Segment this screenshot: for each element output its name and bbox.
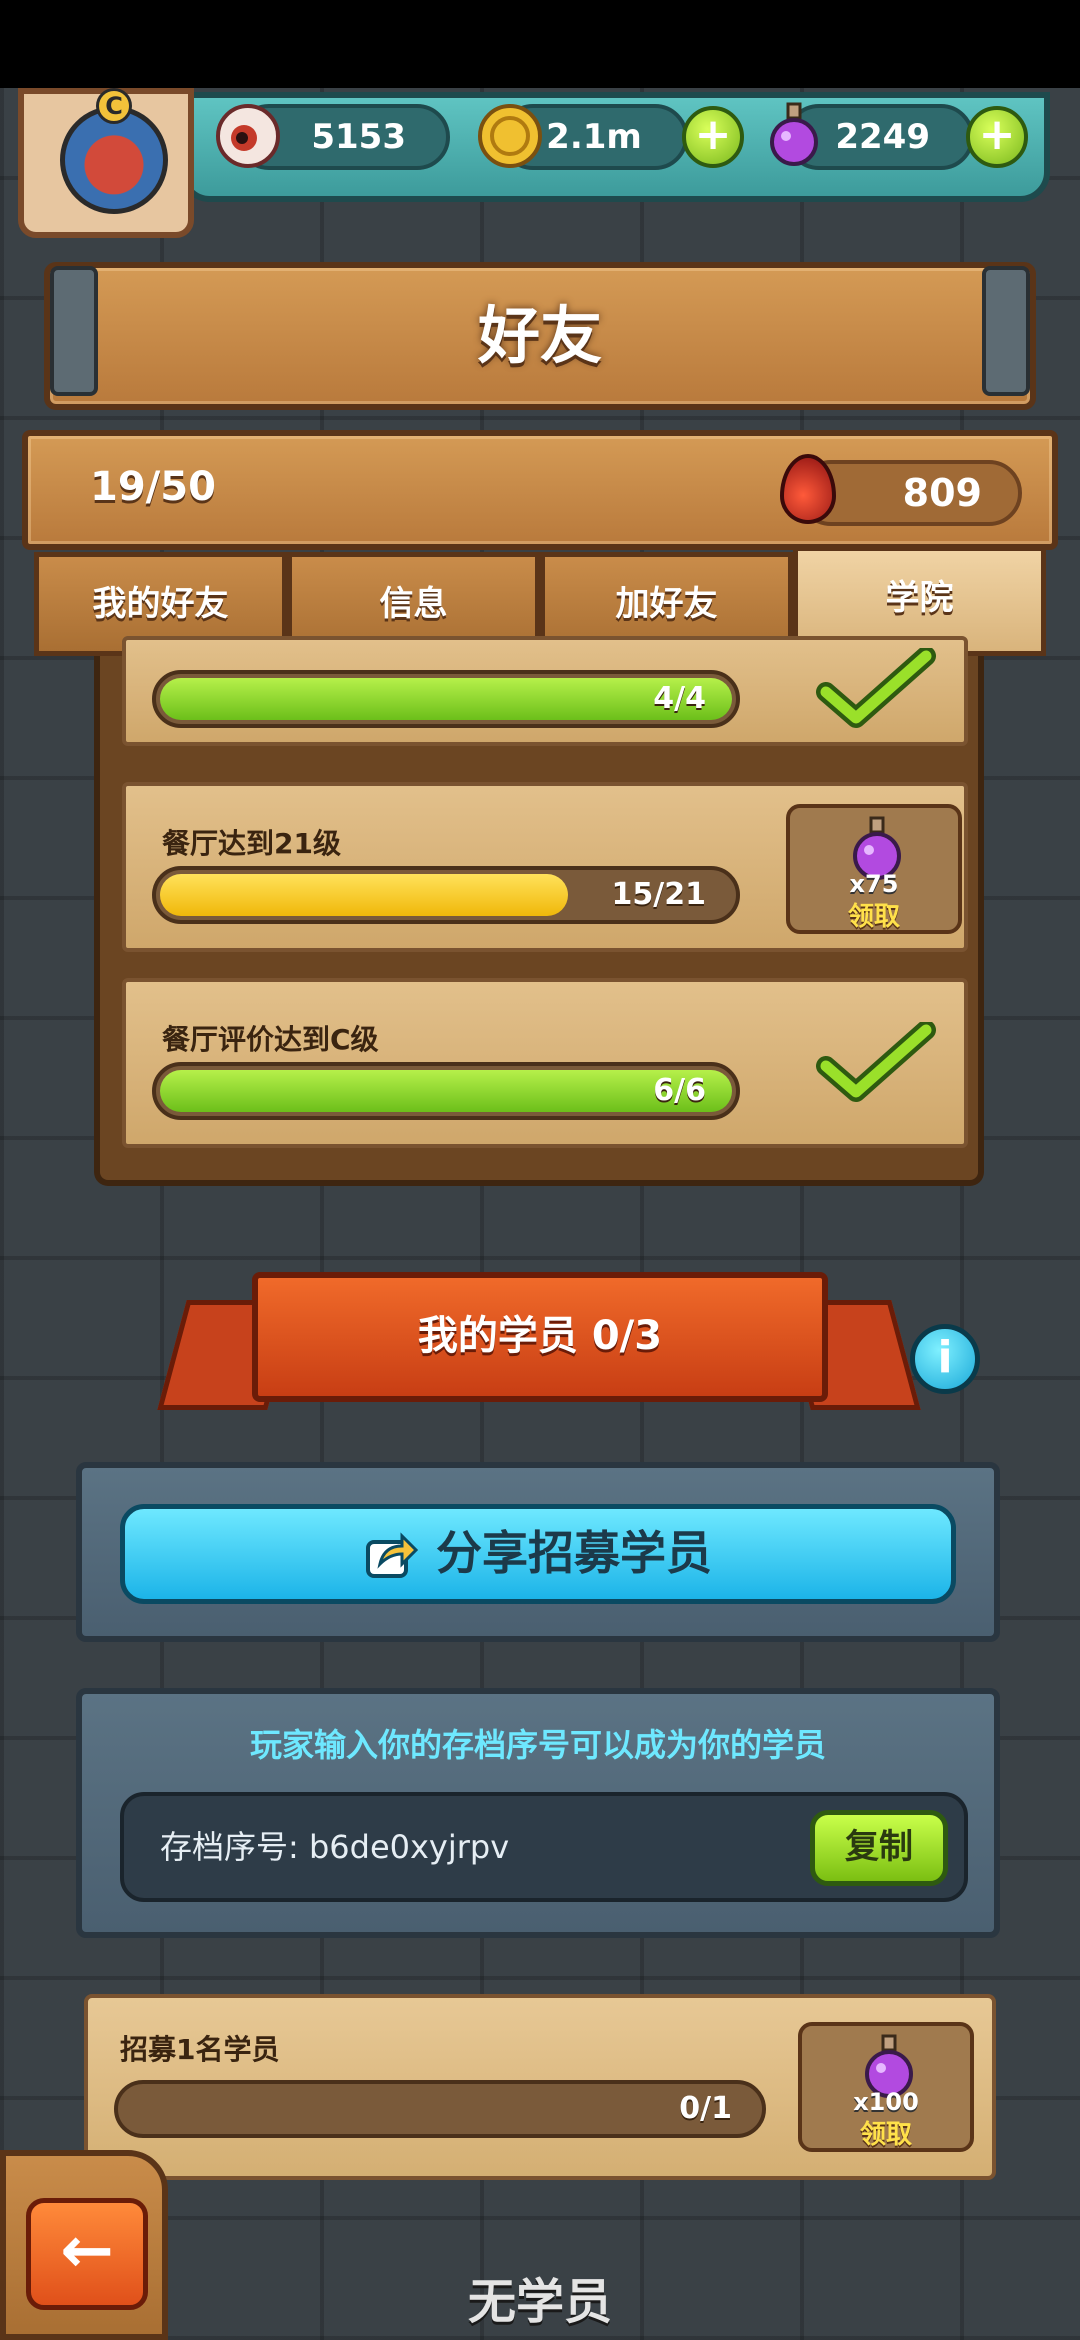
task-list: 4/4 餐厅达到21级 15/21 x75 领取 餐厅评价达到C级 6/6 <box>94 636 984 1186</box>
task-card: 餐厅评价达到C级 6/6 <box>122 978 968 1148</box>
add-potions-button[interactable]: + <box>966 106 1028 168</box>
progress-fill <box>160 1070 732 1112</box>
progress-text: 4/4 <box>653 681 706 716</box>
task-card: 4/4 <box>122 636 968 746</box>
profile-avatar[interactable]: C <box>18 88 194 238</box>
info-button[interactable]: i <box>910 1324 980 1394</box>
progress-bar: 6/6 <box>152 1062 740 1120</box>
save-code-box: 存档序号: b6de0xyjrpv 复制 <box>120 1792 968 1902</box>
claim-label: 领取 <box>859 2120 912 2150</box>
share-panel: 分享招募学员 <box>76 1462 1000 1642</box>
code-hint: 玩家输入你的存档序号可以成为你的学员 <box>249 1726 826 1764</box>
claim-reward-button[interactable]: x75 领取 <box>786 804 962 934</box>
progress-text: 0/1 <box>679 2091 732 2126</box>
progress-bar: 15/21 <box>152 866 740 924</box>
progress-bar: 4/4 <box>152 670 740 728</box>
task-card: 餐厅达到21级 15/21 x75 领取 <box>122 782 968 952</box>
claim-reward-button[interactable]: x100 领取 <box>798 2022 974 2152</box>
progress-fill <box>160 678 732 720</box>
progress-bar: 0/1 <box>114 2080 766 2138</box>
bracket-left <box>50 266 98 396</box>
friends-count: 19/50 <box>90 464 216 510</box>
share-button-label: 分享招募学员 <box>436 1526 712 1580</box>
empty-students-text: 无学员 <box>467 2274 612 2330</box>
rank-badge: C <box>96 88 132 124</box>
reward-count: x100 <box>853 2088 919 2116</box>
bracket-right <box>982 266 1030 396</box>
task-label: 餐厅评价达到C级 <box>162 1023 379 1056</box>
copy-button[interactable]: 复制 <box>810 1810 948 1886</box>
check-icon <box>816 648 936 728</box>
eyeball-icon <box>216 104 280 168</box>
check-icon <box>816 1022 936 1102</box>
save-code-text: 存档序号: b6de0xyjrpv <box>160 1828 510 1866</box>
reward-count: x75 <box>849 870 899 898</box>
progress-text: 15/21 <box>611 877 706 912</box>
add-coins-button[interactable]: + <box>682 106 744 168</box>
share-recruit-button[interactable]: 分享招募学员 <box>120 1504 956 1604</box>
stats-board: 19/50 809 <box>22 430 1058 550</box>
task-label: 招募1名学员 <box>120 2033 280 2066</box>
progress-text: 6/6 <box>653 1073 706 1108</box>
recruit-task-card: 招募1名学员 0/1 x100 领取 <box>84 1994 996 2180</box>
coin-icon <box>478 104 542 168</box>
progress-fill <box>160 874 568 916</box>
title-board: 好友 <box>44 262 1036 410</box>
share-icon <box>366 1531 418 1578</box>
potion-icon <box>770 102 818 166</box>
status-bar <box>0 0 1080 88</box>
claim-label: 领取 <box>847 902 900 932</box>
page-title: 好友 <box>477 299 602 372</box>
code-panel: 玩家输入你的存档序号可以成为你的学员 存档序号: b6de0xyjrpv 复制 <box>76 1688 1000 1938</box>
students-banner: 我的学员 0/3 <box>252 1272 828 1402</box>
task-label: 餐厅达到21级 <box>162 827 341 860</box>
